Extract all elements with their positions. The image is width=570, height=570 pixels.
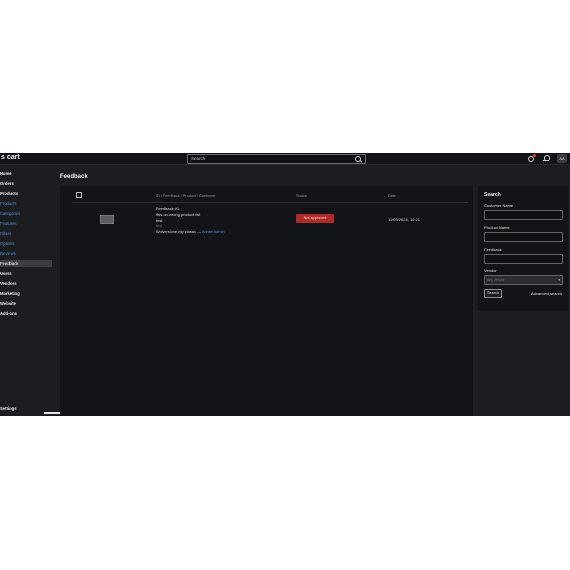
feedback-text: this on wrong product list xyxy=(156,212,201,217)
product-thumbnail[interactable] xyxy=(100,215,114,224)
global-search-input[interactable]: Search xyxy=(187,154,366,164)
search-button[interactable]: Search xyxy=(484,289,502,298)
product-name-label: Product Name xyxy=(484,225,510,230)
avatar[interactable]: AA xyxy=(557,154,567,163)
feedback-text-2: test xyxy=(156,218,163,223)
feedback-input[interactable] xyxy=(484,254,563,264)
advanced-search-link[interactable]: Advanced search xyxy=(531,291,562,296)
search-panel: Search Customer Name Product Name Feedba… xyxy=(478,186,568,311)
sidebar: Home Orders Products Products Categories… xyxy=(0,165,54,416)
product-name: Wolverstone city classic — xyxy=(156,230,202,234)
sidebar-subitem-categories[interactable]: Categories xyxy=(0,210,52,217)
sidebar-item-orders[interactable]: Orders xyxy=(0,180,52,187)
feedback-title-link[interactable]: Feedback #1 xyxy=(156,206,179,211)
sidebar-subitem-filters[interactable]: Filters xyxy=(0,230,52,237)
feedback-date: 11/03/2024, 10:21 xyxy=(388,217,420,222)
sidebar-subitem-products[interactable]: Products xyxy=(0,200,52,207)
column-header-date[interactable]: Date xyxy=(388,194,396,198)
sidebar-subitem-reviews[interactable]: Reviews xyxy=(0,250,52,257)
sidebar-item-website[interactable]: Website xyxy=(0,300,52,307)
vendor-label: Vendor xyxy=(484,268,497,273)
sidebar-item-products[interactable]: Products xyxy=(0,190,52,197)
product-name-input[interactable] xyxy=(484,232,563,242)
column-header-status[interactable]: Status xyxy=(296,194,307,198)
column-header-reference[interactable]: ID / Feedback / Product / Customer xyxy=(156,194,216,198)
app-window: s cart Search AA Home Orders Products Pr… xyxy=(0,153,570,416)
status-badge[interactable]: Not approved xyxy=(296,214,334,223)
sidebar-item-marketing[interactable]: Marketing xyxy=(0,290,52,297)
sidebar-subitem-feedback[interactable]: Feedback xyxy=(0,260,52,267)
customer-name-input[interactable] xyxy=(484,210,563,220)
main-content: Feedback ID / Feedback / Product / Custo… xyxy=(55,165,570,416)
feedback-text-3: test xyxy=(156,224,163,228)
feedback-table: ID / Feedback / Product / Customer Statu… xyxy=(60,186,473,416)
sidebar-item-users[interactable]: Users xyxy=(0,270,52,277)
vendor-select-value: Any vendor xyxy=(487,278,505,282)
sidebar-item-home[interactable]: Home xyxy=(0,170,52,177)
top-bar: s cart Search AA xyxy=(0,153,570,165)
feedback-meta: Wolverstone city classic — Adrian Admin xyxy=(156,230,225,234)
sidebar-item-settings[interactable]: Settings xyxy=(0,405,52,412)
customer-name-label: Customer Name xyxy=(484,203,514,208)
chevron-down-icon: ▾ xyxy=(558,278,560,282)
sidebar-subitem-options[interactable]: Options xyxy=(0,240,52,247)
page-title: Feedback xyxy=(60,174,88,180)
bell-icon[interactable] xyxy=(543,155,550,161)
notification-badge xyxy=(533,154,536,157)
select-all-checkbox[interactable] xyxy=(76,192,82,198)
customer-link[interactable]: Adrian Admin xyxy=(202,230,225,234)
vendor-select[interactable]: Any vendor ▾ xyxy=(484,275,563,285)
header-divider xyxy=(72,202,468,203)
sidebar-subitem-features[interactable]: Features xyxy=(0,220,52,227)
feedback-label: Feedback xyxy=(484,247,502,252)
search-icon[interactable] xyxy=(355,156,361,162)
search-placeholder: Search xyxy=(191,156,206,161)
app-logo[interactable]: s cart xyxy=(1,154,20,161)
sidebar-item-addons[interactable]: Add-ons xyxy=(0,310,52,317)
notifications-gift-icon[interactable] xyxy=(528,154,536,162)
sidebar-item-vendors[interactable]: Vendors xyxy=(0,280,52,287)
search-panel-title: Search xyxy=(484,192,501,198)
